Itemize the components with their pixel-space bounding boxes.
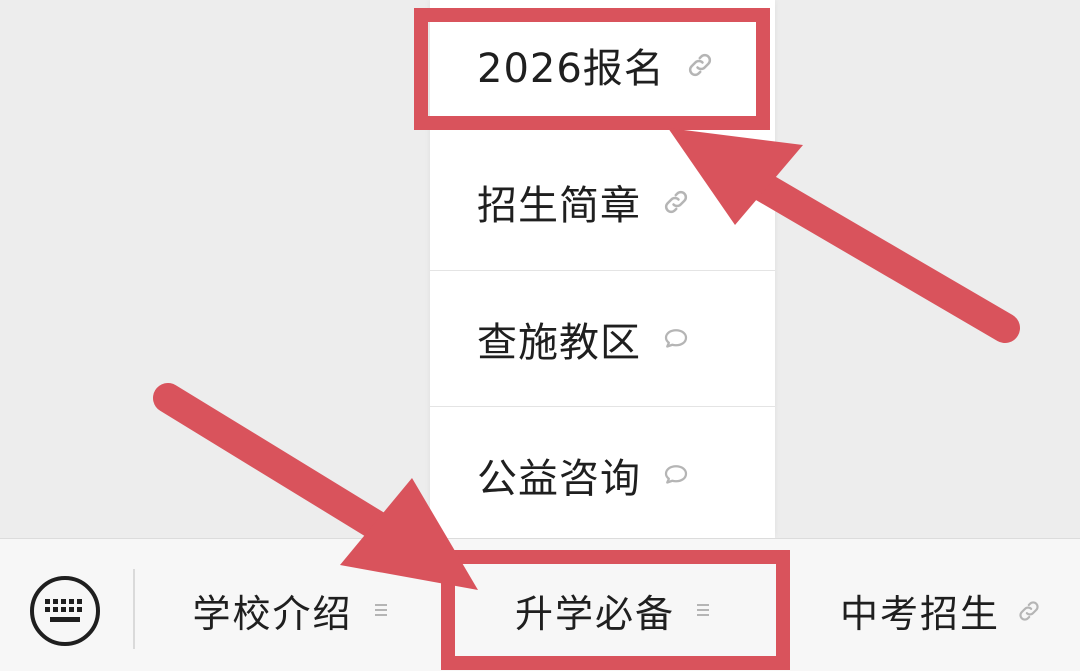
menu-item-label: 招生简章 <box>477 183 641 229</box>
link-icon <box>1016 598 1040 622</box>
menu-item-2026-registration[interactable]: 2026报名 <box>430 0 775 130</box>
tab-label: 中考招生 <box>839 591 1000 636</box>
keyboard-toggle-button[interactable] <box>28 574 102 648</box>
menu-item-label: 2026报名 <box>477 46 665 92</box>
speech-bubble-icon <box>661 460 691 490</box>
keyboard-icon <box>28 576 102 652</box>
popup-menu: 2026报名 招生简章 查施教区 公益咨询 <box>430 0 775 538</box>
link-icon <box>661 187 691 217</box>
link-icon <box>685 50 715 80</box>
tab-school-introduction[interactable]: 学校介绍 <box>160 569 425 651</box>
menu-lines-icon <box>691 598 715 622</box>
tab-high-school-admission[interactable]: 中考招生 <box>810 569 1070 651</box>
bottom-menu-bar: 学校介绍 升学必备 中考招生 <box>0 538 1080 671</box>
tab-admission-essentials[interactable]: 升学必备 <box>455 569 775 651</box>
tab-label: 学校介绍 <box>192 591 353 636</box>
speech-bubble-icon <box>661 324 691 354</box>
menu-item-check-school-district[interactable]: 查施教区 <box>430 270 775 406</box>
menu-item-label: 查施教区 <box>477 319 641 366</box>
menu-item-public-consultation[interactable]: 公益咨询 <box>430 406 775 542</box>
bar-divider <box>133 569 135 649</box>
tab-label: 升学必备 <box>514 591 675 636</box>
menu-item-admission-guide[interactable]: 招生简章 <box>430 134 775 270</box>
menu-item-label: 公益咨询 <box>477 455 641 502</box>
menu-lines-icon <box>369 598 393 622</box>
